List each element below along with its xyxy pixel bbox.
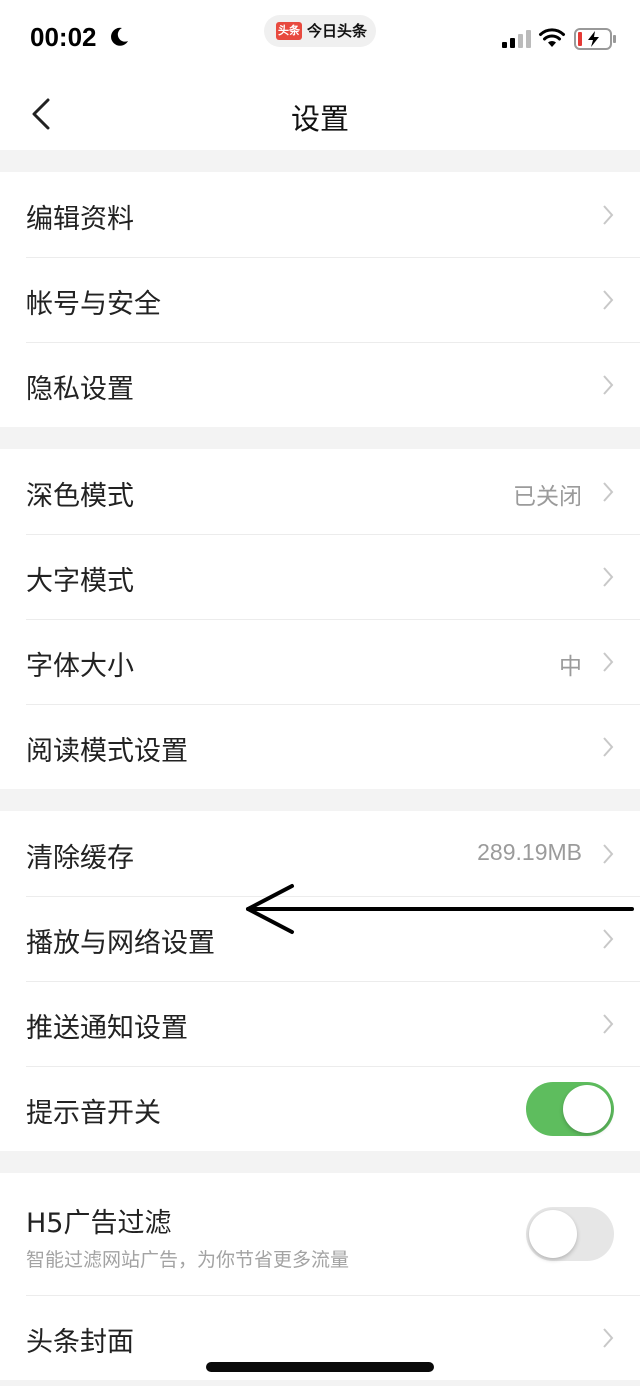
settings-row-privacy[interactable]: 隐私设置 xyxy=(0,342,640,427)
wifi-icon xyxy=(539,28,565,47)
row-label: 帐号与安全 xyxy=(26,289,161,320)
chevron-right-icon xyxy=(603,1328,614,1348)
chevron-right-icon xyxy=(603,482,614,502)
row-value: 中 xyxy=(559,653,582,679)
settings-row-edit-profile[interactable]: 编辑资料 xyxy=(0,172,640,257)
annotation-arrow-icon xyxy=(246,884,634,934)
status-bar: 00:02 头条 今日头条 xyxy=(0,0,640,78)
toggle-knob xyxy=(563,1085,611,1133)
sound-toggle-switch[interactable] xyxy=(526,1082,614,1136)
status-time: 00:02 xyxy=(30,22,97,52)
settings-row-font-size[interactable]: 字体大小 中 xyxy=(0,619,640,704)
chevron-right-icon xyxy=(603,652,614,672)
row-label: 播放与网络设置 xyxy=(26,928,215,959)
row-label: 头条封面 xyxy=(26,1327,134,1358)
chevron-right-icon xyxy=(603,1014,614,1034)
moon-icon xyxy=(111,27,128,46)
page-title: 设置 xyxy=(290,102,349,136)
row-label: 提示音开关 xyxy=(26,1098,161,1129)
signal-icon xyxy=(502,30,531,48)
section-gap xyxy=(0,150,640,172)
chevron-right-icon xyxy=(603,567,614,587)
row-value: 已关闭 xyxy=(513,483,582,509)
section-gap xyxy=(0,789,640,811)
app-name: 今日头条 xyxy=(307,22,368,40)
settings-row-push-notifications[interactable]: 推送通知设置 xyxy=(0,981,640,1066)
row-label: H5广告过滤 xyxy=(26,1208,172,1239)
chevron-right-icon xyxy=(603,737,614,757)
chevron-right-icon xyxy=(603,844,614,864)
row-label: 深色模式 xyxy=(26,481,134,512)
settings-row-reading-mode[interactable]: 阅读模式设置 xyxy=(0,704,640,789)
settings-row-dark-mode[interactable]: 深色模式 已关闭 xyxy=(0,449,640,534)
row-label: 大字模式 xyxy=(26,566,134,597)
settings-row-sound-toggle: 提示音开关 xyxy=(0,1066,640,1151)
h5-ad-filter-toggle-switch[interactable] xyxy=(526,1207,614,1261)
chevron-right-icon xyxy=(603,290,614,310)
settings-row-account-security[interactable]: 帐号与安全 xyxy=(0,257,640,342)
row-label: 隐私设置 xyxy=(26,374,134,405)
chevron-right-icon xyxy=(603,205,614,225)
row-label: 阅读模式设置 xyxy=(26,736,188,767)
settings-group-content: H5广告过滤 智能过滤网站广告，为你节省更多流量 头条封面 xyxy=(0,1173,640,1380)
chevron-right-icon xyxy=(603,375,614,395)
settings-group-account: 编辑资料 帐号与安全 隐私设置 xyxy=(0,172,640,427)
settings-row-large-text-mode[interactable]: 大字模式 xyxy=(0,534,640,619)
row-label: 清除缓存 xyxy=(26,843,134,874)
settings-group-general: 清除缓存 289.19MB 播放与网络设置 推送通知设置 提示音开关 xyxy=(0,811,640,1151)
section-gap xyxy=(0,1151,640,1173)
home-indicator[interactable] xyxy=(206,1362,434,1372)
toggle-knob xyxy=(529,1210,577,1258)
row-label: 推送通知设置 xyxy=(26,1013,188,1044)
row-label: 字体大小 xyxy=(26,651,134,682)
battery-charging-icon xyxy=(574,28,616,50)
section-gap xyxy=(0,427,640,449)
row-label: 编辑资料 xyxy=(26,204,134,235)
app-return-pill[interactable]: 头条 今日头条 xyxy=(264,15,376,47)
app-logo: 头条 xyxy=(276,22,302,40)
row-value: 289.19MB xyxy=(477,839,582,865)
nav-bar: 设置 xyxy=(0,78,640,150)
row-subtitle: 智能过滤网站广告，为你节省更多流量 xyxy=(26,1249,350,1271)
settings-row-h5-ad-filter: H5广告过滤 智能过滤网站广告，为你节省更多流量 xyxy=(0,1173,640,1295)
settings-group-display: 深色模式 已关闭 大字模式 字体大小 中 阅读模式设置 xyxy=(0,449,640,789)
